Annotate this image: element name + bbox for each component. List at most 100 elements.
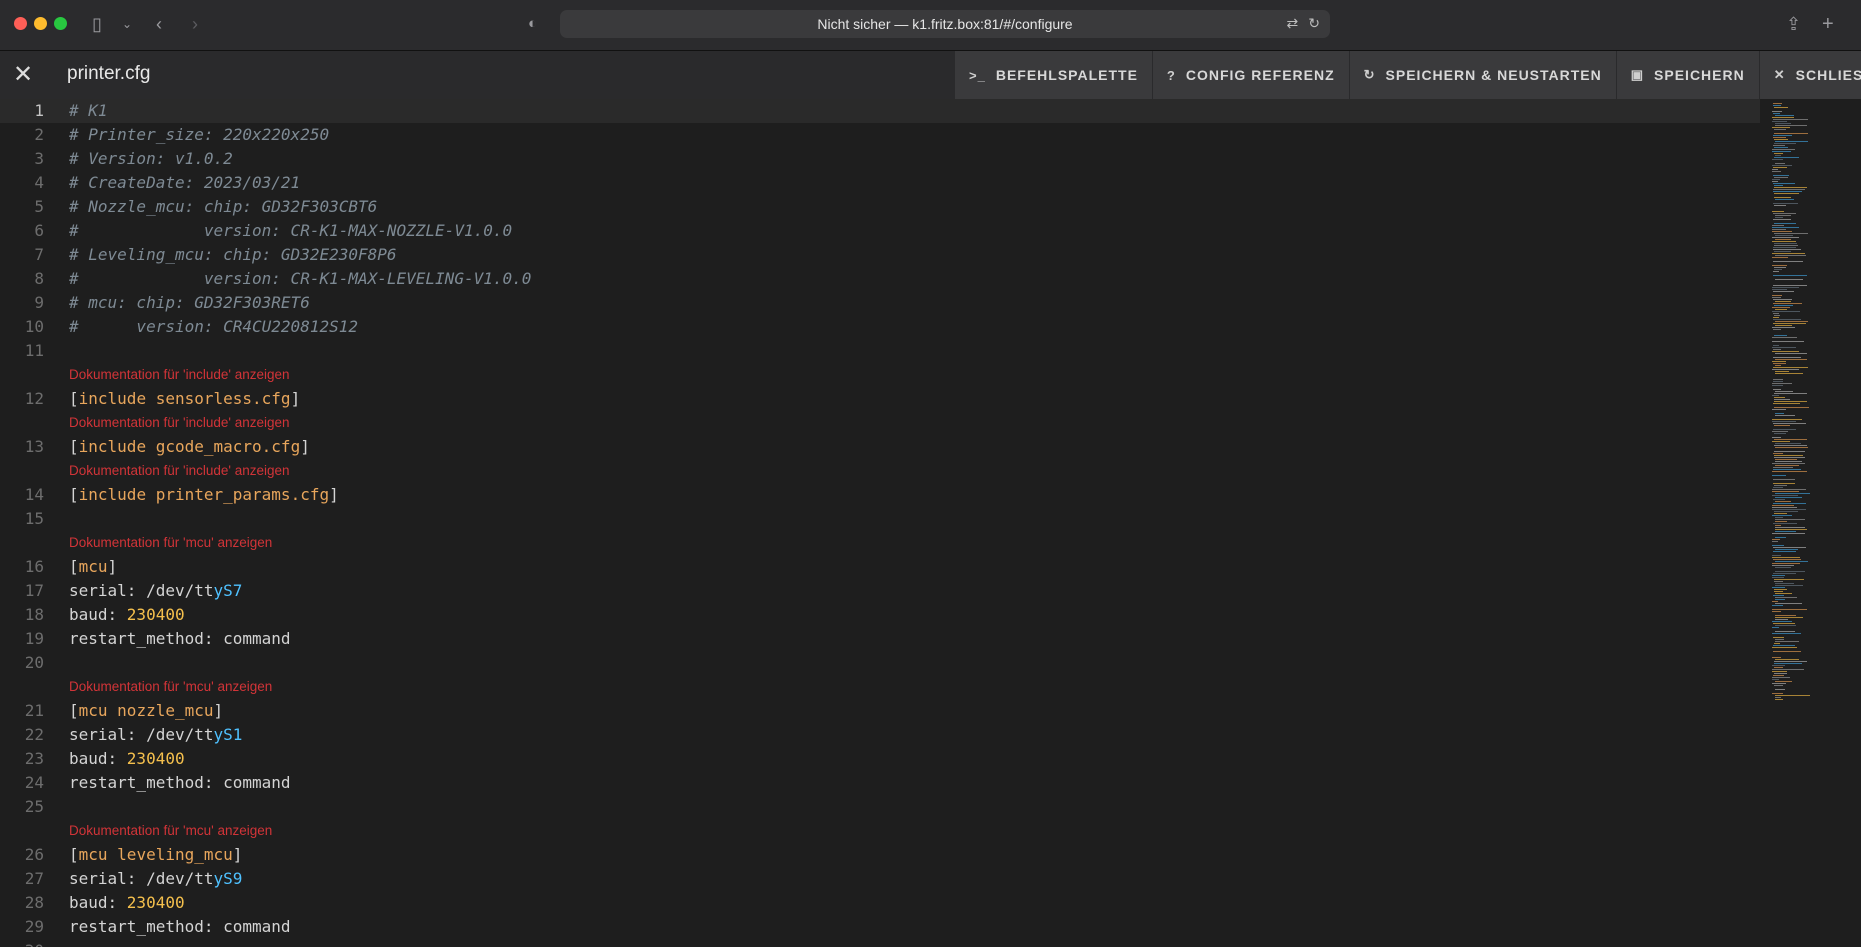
config-reference-button[interactable]: ? CONFIG REFERENZ [1153, 51, 1350, 99]
translate-icon[interactable]: ⇄ [1287, 15, 1299, 32]
minimap-line [1774, 581, 1783, 582]
minimap-line [1772, 337, 1797, 338]
line-number: 2 [34, 125, 44, 144]
bracket: ] [107, 557, 118, 576]
line-number: 1 [34, 101, 44, 120]
minimap-line [1774, 663, 1802, 664]
code-line: 18 baud: 230400 [0, 603, 1760, 627]
code-line: 28 baud: 230400 [0, 891, 1760, 915]
section-name: include sensorless.cfg [78, 389, 291, 408]
comment-text: # version: CR-K1-MAX-LEVELING-V1.0.0 [69, 269, 532, 288]
close-button[interactable]: ✕ SCHLIESSEN [1760, 51, 1861, 99]
comment-text: # Printer_size: 220x220x250 [69, 125, 330, 144]
code-line: 13 [include gcode_macro.cfg] [0, 435, 1760, 459]
minimap-line [1772, 555, 1781, 556]
line-number: 7 [34, 245, 44, 264]
minimap-line [1773, 523, 1797, 524]
forward-icon[interactable]: › [192, 12, 198, 36]
address-bar[interactable]: Nicht sicher — k1.fritz.box:81/#/configu… [560, 10, 1330, 38]
minimap-line [1774, 393, 1807, 394]
minimap-line [1775, 199, 1794, 200]
code-text: restart_method: command [69, 915, 291, 939]
documentation-link[interactable]: Dokumentation für 'mcu' anzeigen [69, 531, 272, 555]
minimap-line [1773, 135, 1792, 136]
minimap-line [1774, 579, 1804, 580]
chevron-down-icon[interactable]: ⌄ [122, 12, 132, 36]
minimap-line [1772, 539, 1780, 540]
minimap[interactable] [1768, 99, 1861, 947]
config-line-text: restart_method: command [69, 773, 291, 792]
code-text: [include sensorless.cfg] [69, 387, 300, 411]
minimap-line [1773, 645, 1795, 646]
minimap-line [1775, 125, 1807, 126]
code-line: 2 # Printer_size: 220x220x250 [0, 123, 1760, 147]
privacy-shield-icon[interactable]: ◐ [528, 12, 537, 36]
file-name: printer.cfg [67, 63, 151, 84]
bracket: ] [213, 701, 224, 720]
config-key: baud: [69, 605, 127, 624]
minimap-line [1774, 157, 1799, 158]
minimap-line [1773, 469, 1801, 470]
share-icon[interactable]: ⇪ [1786, 12, 1801, 36]
close-editor-icon[interactable]: ✕ [10, 62, 36, 88]
code-text: [mcu leveling_mcu] [69, 843, 242, 867]
minimap-line [1772, 441, 1790, 442]
code-text: restart_method: command [69, 627, 291, 651]
window-zoom-button[interactable] [54, 17, 67, 30]
minimap-line [1772, 169, 1778, 170]
minimap-line [1772, 471, 1807, 472]
reload-icon[interactable]: ↻ [1308, 15, 1320, 32]
code-line: 9 # mcu: chip: GD32F303RET6 [0, 291, 1760, 315]
minimap-line [1775, 549, 1798, 550]
minimap-line [1772, 311, 1800, 312]
sidebar-toggle-icon[interactable]: ▯ [92, 12, 102, 36]
minimap-line [1772, 409, 1786, 410]
close-icon: ✕ [1773, 67, 1786, 82]
line-number: 16 [24, 557, 44, 576]
minimap-line [1774, 643, 1780, 644]
documentation-link[interactable]: Dokumentation für 'mcu' anzeigen [69, 819, 272, 843]
save-button[interactable]: ▣ SPEICHERN [1617, 51, 1760, 99]
minimap-line [1774, 267, 1786, 268]
config-key: serial: [69, 581, 147, 600]
minimap-line [1774, 335, 1787, 336]
minimap-line [1775, 531, 1796, 532]
documentation-link[interactable]: Dokumentation für 'include' anzeigen [69, 459, 290, 483]
documentation-link[interactable]: Dokumentation für 'include' anzeigen [69, 411, 290, 435]
code-editor[interactable]: 1 # K1 2 # Printer_size: 220x220x250 3 # Vers… [0, 99, 1861, 947]
minimap-line [1772, 657, 1781, 658]
line-number: 29 [24, 917, 44, 936]
code-text: [mcu] [69, 555, 117, 579]
documentation-link[interactable]: Dokumentation für 'mcu' anzeigen [69, 675, 272, 699]
line-number: 4 [34, 173, 44, 192]
command-palette-button[interactable]: >_ BEFEHLSPALETTE [955, 51, 1153, 99]
minimap-line [1775, 681, 1792, 682]
line-number: 12 [24, 389, 44, 408]
minimap-line [1772, 577, 1784, 578]
minimap-line [1773, 271, 1779, 272]
minimap-line [1772, 627, 1779, 628]
back-icon[interactable]: ‹ [156, 12, 162, 36]
window-minimize-button[interactable] [34, 17, 47, 30]
minimap-line [1772, 489, 1806, 490]
minimap-line [1773, 357, 1801, 358]
window-close-button[interactable] [14, 17, 27, 30]
minimap-line [1773, 285, 1807, 286]
minimap-line [1775, 519, 1805, 520]
minimap-line [1773, 487, 1783, 488]
minimap-line [1772, 127, 1790, 128]
code-text: # version: CR-K1-MAX-NOZZLE-V1.0.0 [69, 219, 512, 243]
code-text: # Printer_size: 220x220x250 [69, 123, 329, 147]
config-value-highlight: yS7 [213, 581, 243, 600]
minimap-line [1774, 407, 1809, 408]
line-number: 19 [24, 629, 44, 648]
code-text: # K1 [69, 99, 108, 123]
code-text: baud: 230400 [69, 747, 185, 771]
minimap-line [1774, 399, 1790, 400]
minimap-line [1773, 547, 1806, 548]
documentation-link[interactable]: Dokumentation für 'include' anzeigen [69, 363, 290, 387]
save-restart-button[interactable]: ↻ SPEICHERN & NEUSTARTEN [1350, 51, 1617, 99]
code-line: 17 serial: /dev/ttyS7 [0, 579, 1760, 603]
new-tab-icon[interactable]: + [1822, 12, 1834, 36]
minimap-line [1772, 609, 1807, 610]
